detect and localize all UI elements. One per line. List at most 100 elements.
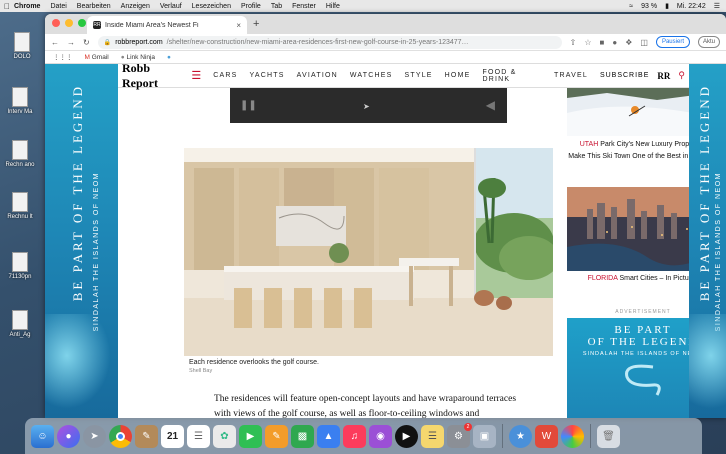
zoom-window-button[interactable] [78, 19, 86, 27]
control-center-icon[interactable]: ☰ [714, 2, 720, 10]
menu-bookmarks[interactable]: Lesezeichen [192, 3, 231, 10]
menu-window[interactable]: Fenster [292, 3, 316, 10]
nav-style[interactable]: STYLE [404, 72, 432, 79]
reminders-icon[interactable]: ☰ [187, 424, 210, 448]
nav-yachts[interactable]: YACHTS [250, 72, 285, 79]
menu-history[interactable]: Verlauf [160, 3, 182, 10]
calendar-icon[interactable]: 21 [161, 424, 184, 448]
desktop-file[interactable]: Interv Ma [0, 87, 40, 116]
photos-app-icon[interactable] [561, 424, 584, 448]
nav-food-drink[interactable]: FOOD & DRINK [482, 69, 542, 83]
back-icon[interactable]: ← [51, 38, 59, 47]
menu-profiles[interactable]: Profile [241, 3, 261, 10]
puzzle-icon[interactable]: ❖ [625, 38, 632, 47]
launchpad-icon[interactable]: ➤ [83, 424, 106, 448]
document-icon [12, 140, 28, 160]
link-icon: ● [120, 53, 125, 61]
close-window-button[interactable] [52, 19, 60, 27]
bookmark-extension-icon[interactable]: ● [167, 54, 171, 61]
new-tab-button[interactable]: + [253, 18, 259, 30]
finder-icon[interactable]: ☺ [31, 424, 54, 448]
forward-icon[interactable]: → [67, 38, 75, 47]
url-domain: robbreport.com [115, 38, 163, 46]
rr-logo[interactable]: RR [657, 71, 670, 81]
pause-icon[interactable]: ❚❚ [240, 100, 257, 111]
side-ad-left[interactable]: BE PART OF THE LEGEND SINDALAH THE ISLAN… [45, 64, 118, 418]
extension-icon[interactable]: ■ [600, 38, 605, 47]
music-icon[interactable]: ♫ [343, 424, 366, 448]
video-player[interactable]: ❚❚ ➤ ◀ [230, 88, 507, 123]
nav-home[interactable]: HOME [445, 72, 471, 79]
chrome-icon[interactable] [109, 424, 132, 448]
photos-icon[interactable]: ✿ [213, 424, 236, 448]
document-icon [12, 252, 28, 272]
menu-bar:  Chrome Datei Bearbeiten Anzeigen Verla… [0, 0, 726, 12]
keynote-icon[interactable]: ▲ [317, 424, 340, 448]
battery-percent[interactable]: 93 % [641, 3, 657, 10]
menu-edit[interactable]: Bearbeiten [77, 3, 111, 10]
reload-icon[interactable]: ↻ [83, 38, 90, 47]
dock-separator [590, 424, 591, 448]
menu-tab[interactable]: Tab [271, 3, 282, 10]
photo-caption: Each residence overlooks the golf course… [189, 359, 319, 366]
share-icon[interactable]: ⇧ [570, 38, 577, 47]
lock-icon: 🔒 [103, 39, 112, 46]
site-logo[interactable]: Robb Report [122, 64, 183, 91]
siri-icon[interactable]: ● [57, 424, 80, 448]
menu-help[interactable]: Hilfe [326, 3, 340, 10]
extension-icon[interactable]: ● [612, 38, 617, 47]
desktop-file[interactable]: Anti_Ag [0, 310, 40, 339]
preview-icon[interactable]: ▣ [473, 424, 496, 448]
battery-icon[interactable]: ▮ [665, 2, 669, 10]
notes-icon[interactable]: ✎ [135, 424, 158, 448]
profile-paused-button[interactable]: Pausiert [655, 36, 690, 48]
dock-separator [502, 424, 503, 448]
trash-icon[interactable]: 🗑 [597, 424, 620, 448]
clock[interactable]: Mi. 22:42 [677, 3, 706, 10]
desktop-file[interactable]: Rechn ano [0, 140, 40, 169]
browser-toolbar: ← → ↻ 🔒 robbreport.com/shelter/new-const… [45, 34, 726, 51]
mute-icon[interactable]: ◀ [486, 98, 495, 112]
bookmark-star-icon[interactable]: ☆ [584, 38, 591, 47]
window-controls [52, 19, 86, 27]
nav-watches[interactable]: WATCHES [350, 72, 393, 79]
side-ad-right[interactable]: BE PART OF THE LEGEND SINDALAH THE ISLAN… [689, 64, 726, 418]
bookmark-link-ninja[interactable]: ● Link Ninja [121, 54, 155, 61]
word-icon[interactable]: W [535, 424, 558, 448]
nav-aviation[interactable]: AVIATION [297, 72, 338, 79]
menu-file[interactable]: Datei [50, 3, 66, 10]
pages-icon[interactable]: ✎ [265, 424, 288, 448]
minimize-window-button[interactable] [65, 19, 73, 27]
network-icon[interactable]: ★ [509, 424, 532, 448]
hamburger-menu-icon[interactable]: ☰ [191, 69, 201, 82]
facetime-icon[interactable]: ▶ [239, 424, 262, 448]
close-tab-icon[interactable]: × [236, 21, 241, 30]
subscribe-link[interactable]: SUBSCRIBE [600, 72, 649, 79]
side-ad-wave-graphic [689, 314, 726, 418]
tab-strip: RR Inside Miami Area's Newest Fi × + [45, 14, 726, 34]
menu-app-name[interactable]: Chrome [14, 3, 40, 10]
sidebar-icon[interactable]: ◫ [640, 38, 648, 47]
stickies-icon[interactable]: ☰ [421, 424, 444, 448]
update-button[interactable]: Aktu [697, 36, 720, 48]
ad-logo-graphic [625, 364, 661, 396]
address-bar[interactable]: 🔒 robbreport.com/shelter/new-constructio… [97, 35, 562, 49]
menu-view[interactable]: Anzeigen [121, 3, 150, 10]
apple-icon[interactable]:  [0, 2, 14, 11]
apps-icon[interactable]: ⋮⋮⋮ [53, 53, 73, 61]
podcasts-icon[interactable]: ◉ [369, 424, 392, 448]
wifi-icon[interactable]: ≈ [629, 3, 633, 10]
tab-active[interactable]: RR Inside Miami Area's Newest Fi × [87, 16, 247, 34]
nav-cars[interactable]: CARS [213, 72, 237, 79]
desktop-file[interactable]: 71130pn [0, 252, 40, 281]
system-preferences-icon[interactable]: ⚙ 2 [447, 422, 472, 448]
desktop-file[interactable]: DOLO [2, 32, 42, 61]
gmail-icon: M [84, 53, 90, 61]
tv-icon[interactable]: ▶ [395, 424, 418, 448]
nav-travel[interactable]: TRAVEL [554, 72, 588, 79]
bookmark-gmail[interactable]: M Gmail [85, 54, 109, 61]
desktop-file[interactable]: Rechnu lt [0, 192, 40, 221]
bookmarks-bar: ⋮⋮⋮ M Gmail ● Link Ninja ● [45, 51, 726, 64]
search-icon[interactable]: ⚲ [678, 70, 685, 81]
numbers-icon[interactable]: ▩ [291, 424, 314, 448]
